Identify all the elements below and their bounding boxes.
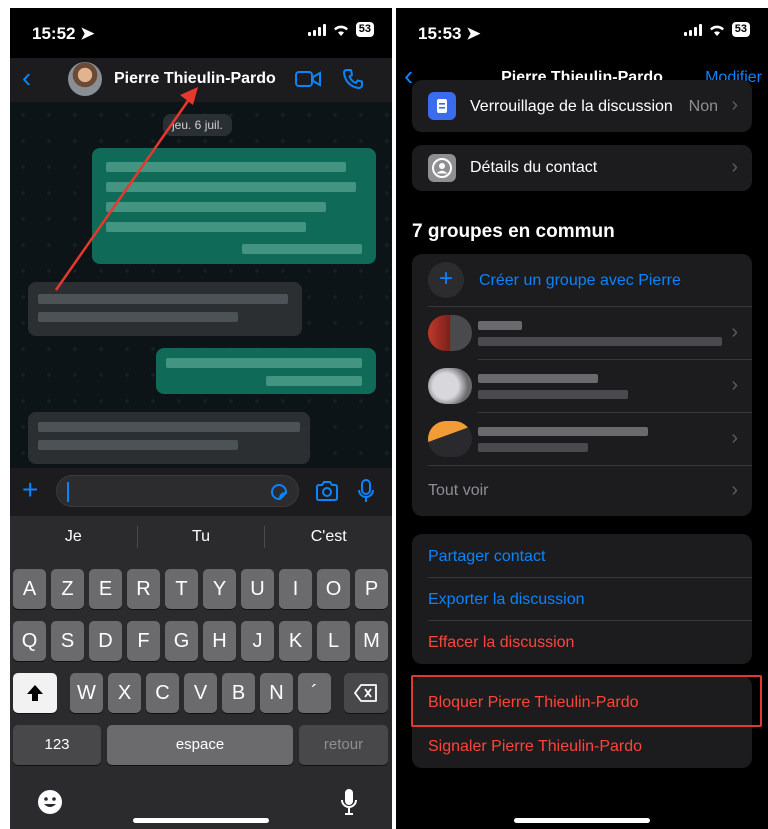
lock-row[interactable]: Verrouillage de la discussion Non › xyxy=(412,80,752,132)
group-row[interactable]: › xyxy=(412,307,752,359)
signal-icon xyxy=(683,23,702,36)
actions-card: Partager contact Exporter la discussion … xyxy=(412,534,752,664)
contact-details-row[interactable]: Détails du contact › xyxy=(412,145,752,191)
export-chat-button[interactable]: Exporter la discussion xyxy=(428,591,585,609)
create-group-row[interactable]: + Créer un groupe avec Pierre xyxy=(412,254,752,306)
lock-icon xyxy=(428,92,456,120)
lock-label: Verrouillage de la discussion xyxy=(470,98,673,115)
see-all-label: Tout voir xyxy=(428,482,489,499)
lock-value: Non xyxy=(688,98,718,115)
contact-details-label: Détails du contact xyxy=(470,159,598,176)
chevron-right-icon: › xyxy=(731,94,738,116)
status-time: 15:53 ➤ xyxy=(418,24,481,43)
chevron-right-icon: › xyxy=(731,156,738,178)
contact-info-screen: 15:53 ➤ 53 ‹ Pierre Thieulin-Pardo Modif… xyxy=(396,8,768,829)
group-row[interactable]: › xyxy=(412,360,752,412)
status-icons: 53 xyxy=(683,22,750,37)
clear-chat-button[interactable]: Effacer la discussion xyxy=(428,634,574,652)
report-contact-button[interactable]: Signaler Pierre Thieulin-Pardo xyxy=(428,738,642,756)
groups-card: + Créer un groupe avec Pierre › › › Tout… xyxy=(412,254,752,516)
chevron-right-icon: › xyxy=(731,479,738,501)
see-all-row[interactable]: Tout voir › xyxy=(412,466,752,516)
contact-icon xyxy=(428,154,456,182)
group-avatar xyxy=(428,368,472,404)
chevron-right-icon: › xyxy=(731,374,738,396)
location-arrow-icon: ➤ xyxy=(466,24,481,43)
status-bar: 15:53 ➤ 53 xyxy=(396,8,768,58)
wifi-icon xyxy=(709,25,724,36)
groups-section-title: 7 groupes en commun xyxy=(412,221,615,242)
group-row[interactable]: › xyxy=(412,413,752,465)
chevron-right-icon: › xyxy=(731,321,738,343)
chevron-right-icon: › xyxy=(731,427,738,449)
chat-screen: 15:52 ➤ 53 ‹ Pierre Thieulin-Pardo jeu. … xyxy=(10,8,392,829)
group-avatar xyxy=(428,315,472,351)
highlight-box xyxy=(411,675,762,727)
group-avatar xyxy=(428,421,472,457)
lock-card: Verrouillage de la discussion Non › xyxy=(412,80,752,132)
create-group-label: Créer un groupe avec Pierre xyxy=(479,272,681,289)
share-contact-button[interactable]: Partager contact xyxy=(428,548,545,566)
battery-icon: 53 xyxy=(731,22,750,37)
contact-details-card: Détails du contact › xyxy=(412,145,752,191)
annotation-arrow xyxy=(54,87,198,291)
plus-icon: + xyxy=(428,262,464,298)
home-indicator xyxy=(514,818,650,823)
